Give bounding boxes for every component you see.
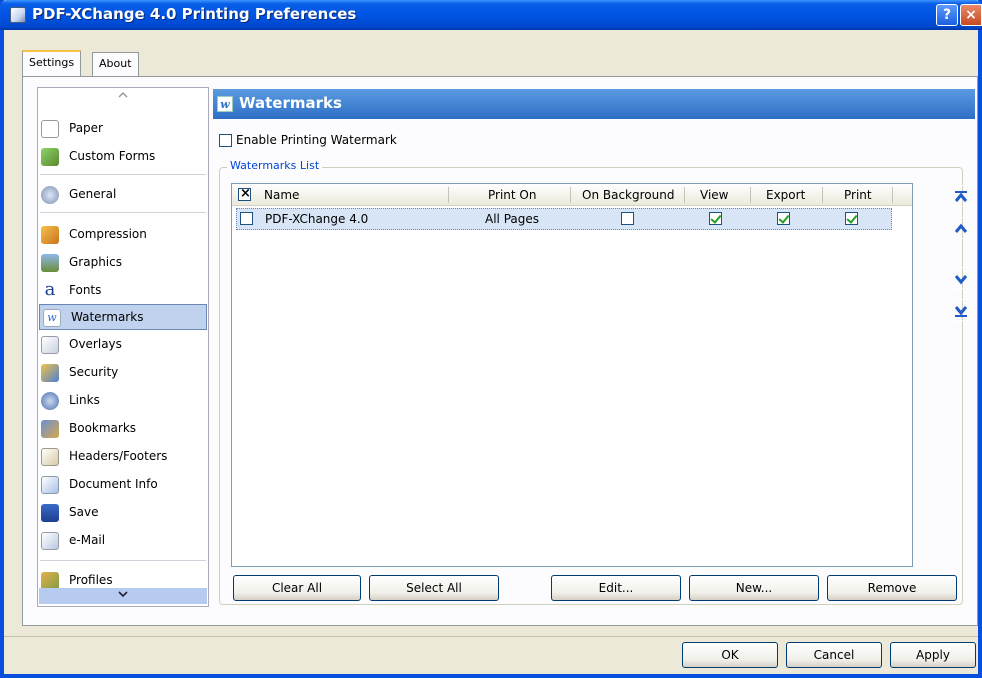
overlays-icon: [41, 336, 59, 354]
graphics-icon: [41, 254, 59, 272]
tab-about[interactable]: About: [92, 52, 139, 76]
cancel-button[interactable]: Cancel: [786, 642, 882, 668]
nav-scroll-up-button[interactable]: [39, 89, 207, 105]
nav-item-paper[interactable]: Paper: [38, 116, 208, 142]
nav-item-document-info[interactable]: Document Info: [38, 472, 208, 498]
select-all-button[interactable]: Select All: [369, 575, 499, 601]
enable-watermark-label: Enable Printing Watermark: [236, 133, 397, 147]
move-bottom-button[interactable]: [949, 299, 971, 321]
bookmarks-icon: [41, 420, 59, 438]
list-header: Name Print On On Background View Export …: [232, 184, 912, 206]
links-icon: [41, 392, 59, 410]
title-bar: PDF-XChange 4.0 Printing Preferences ? ×: [0, 0, 982, 30]
nav-item-bookmarks[interactable]: Bookmarks: [38, 416, 208, 442]
general-icon: [41, 186, 59, 204]
compression-icon: [41, 226, 59, 244]
row-on-background-checkbox[interactable]: [621, 212, 634, 225]
dialog-window: PDF-XChange 4.0 Printing Preferences ? ×…: [0, 0, 982, 678]
row-view-checkbox[interactable]: [709, 212, 722, 225]
column-view[interactable]: View: [700, 188, 728, 202]
nav-item-general[interactable]: General: [38, 182, 208, 208]
security-icon: [41, 364, 59, 382]
column-separator: [684, 187, 685, 203]
column-separator: [570, 187, 571, 203]
nav-divider: [40, 174, 206, 175]
nav-item-compression[interactable]: Compression: [38, 222, 208, 248]
row-checkbox[interactable]: [240, 212, 253, 225]
column-separator: [822, 187, 823, 203]
nav-item-graphics[interactable]: Graphics: [38, 250, 208, 276]
watermarks-list[interactable]: Name Print On On Background View Export …: [231, 183, 913, 567]
clear-all-button[interactable]: Clear All: [233, 575, 361, 601]
row-name: PDF-XChange 4.0: [265, 212, 369, 226]
footer-divider: [4, 636, 978, 637]
edit-button[interactable]: Edit...: [551, 575, 681, 601]
document-info-icon: [41, 476, 59, 494]
column-name[interactable]: Name: [264, 188, 299, 202]
row-print-on: All Pages: [485, 212, 539, 226]
save-icon: [41, 504, 59, 522]
nav-item-email[interactable]: e-Mail: [38, 528, 208, 554]
help-button[interactable]: ?: [936, 4, 958, 26]
move-down-button[interactable]: [949, 267, 971, 289]
remove-button[interactable]: Remove: [827, 575, 957, 601]
custom-forms-icon: [41, 148, 59, 166]
move-up-icon: [954, 223, 968, 233]
window-title: PDF-XChange 4.0 Printing Preferences: [32, 5, 357, 23]
nav-item-custom-forms[interactable]: Custom Forms: [38, 144, 208, 170]
new-button[interactable]: New...: [689, 575, 819, 601]
column-print[interactable]: Print: [844, 188, 872, 202]
nav-item-security[interactable]: Security: [38, 360, 208, 386]
tab-settings[interactable]: Settings: [22, 50, 82, 76]
nav-item-links[interactable]: Links: [38, 388, 208, 414]
table-row[interactable]: PDF-XChange 4.0 All Pages: [236, 208, 892, 230]
panel-title: Watermarks: [239, 94, 342, 112]
move-top-button[interactable]: [949, 185, 971, 207]
move-up-button[interactable]: [949, 217, 971, 239]
column-on-background[interactable]: On Background: [582, 188, 674, 202]
move-bottom-icon: [954, 306, 968, 317]
nav-divider: [40, 560, 206, 561]
column-export[interactable]: Export: [766, 188, 805, 202]
row-print-checkbox[interactable]: [845, 212, 858, 225]
category-nav[interactable]: Paper Custom Forms General Compression G…: [37, 87, 209, 607]
nav-item-overlays[interactable]: Overlays: [38, 332, 208, 358]
email-icon: [41, 532, 59, 550]
app-printer-icon: [10, 7, 26, 23]
apply-button[interactable]: Apply: [890, 642, 976, 668]
nav-item-headers-footers[interactable]: Headers/Footers: [38, 444, 208, 470]
column-separator: [448, 187, 449, 203]
column-separator: [750, 187, 751, 203]
settings-tab-body: Paper Custom Forms General Compression G…: [22, 76, 978, 626]
chevron-down-icon: [118, 591, 128, 598]
watermarks-list-legend: Watermarks List: [227, 159, 323, 172]
nav-divider: [40, 212, 206, 213]
column-print-on[interactable]: Print On: [488, 188, 536, 202]
nav-item-watermarks[interactable]: w Watermarks: [39, 304, 207, 330]
move-down-icon: [954, 275, 968, 285]
watermarks-icon: w: [43, 309, 61, 327]
close-button[interactable]: ×: [960, 4, 982, 26]
nav-item-fonts[interactable]: a Fonts: [38, 278, 208, 304]
row-export-checkbox[interactable]: [777, 212, 790, 225]
fonts-icon: a: [44, 279, 56, 300]
select-all-header-checkbox[interactable]: [238, 186, 252, 201]
paper-icon: [41, 120, 59, 138]
panel-header: w Watermarks: [213, 89, 975, 119]
headers-footers-icon: [41, 448, 59, 466]
watermarks-header-icon: w: [217, 96, 233, 112]
move-top-icon: [954, 191, 968, 202]
enable-watermark-checkbox[interactable]: [219, 134, 232, 147]
ok-button[interactable]: OK: [682, 642, 778, 668]
column-separator: [892, 187, 893, 203]
nav-item-save[interactable]: Save: [38, 500, 208, 526]
chevron-up-icon: [118, 91, 128, 98]
nav-scroll-down-button[interactable]: [39, 588, 207, 604]
